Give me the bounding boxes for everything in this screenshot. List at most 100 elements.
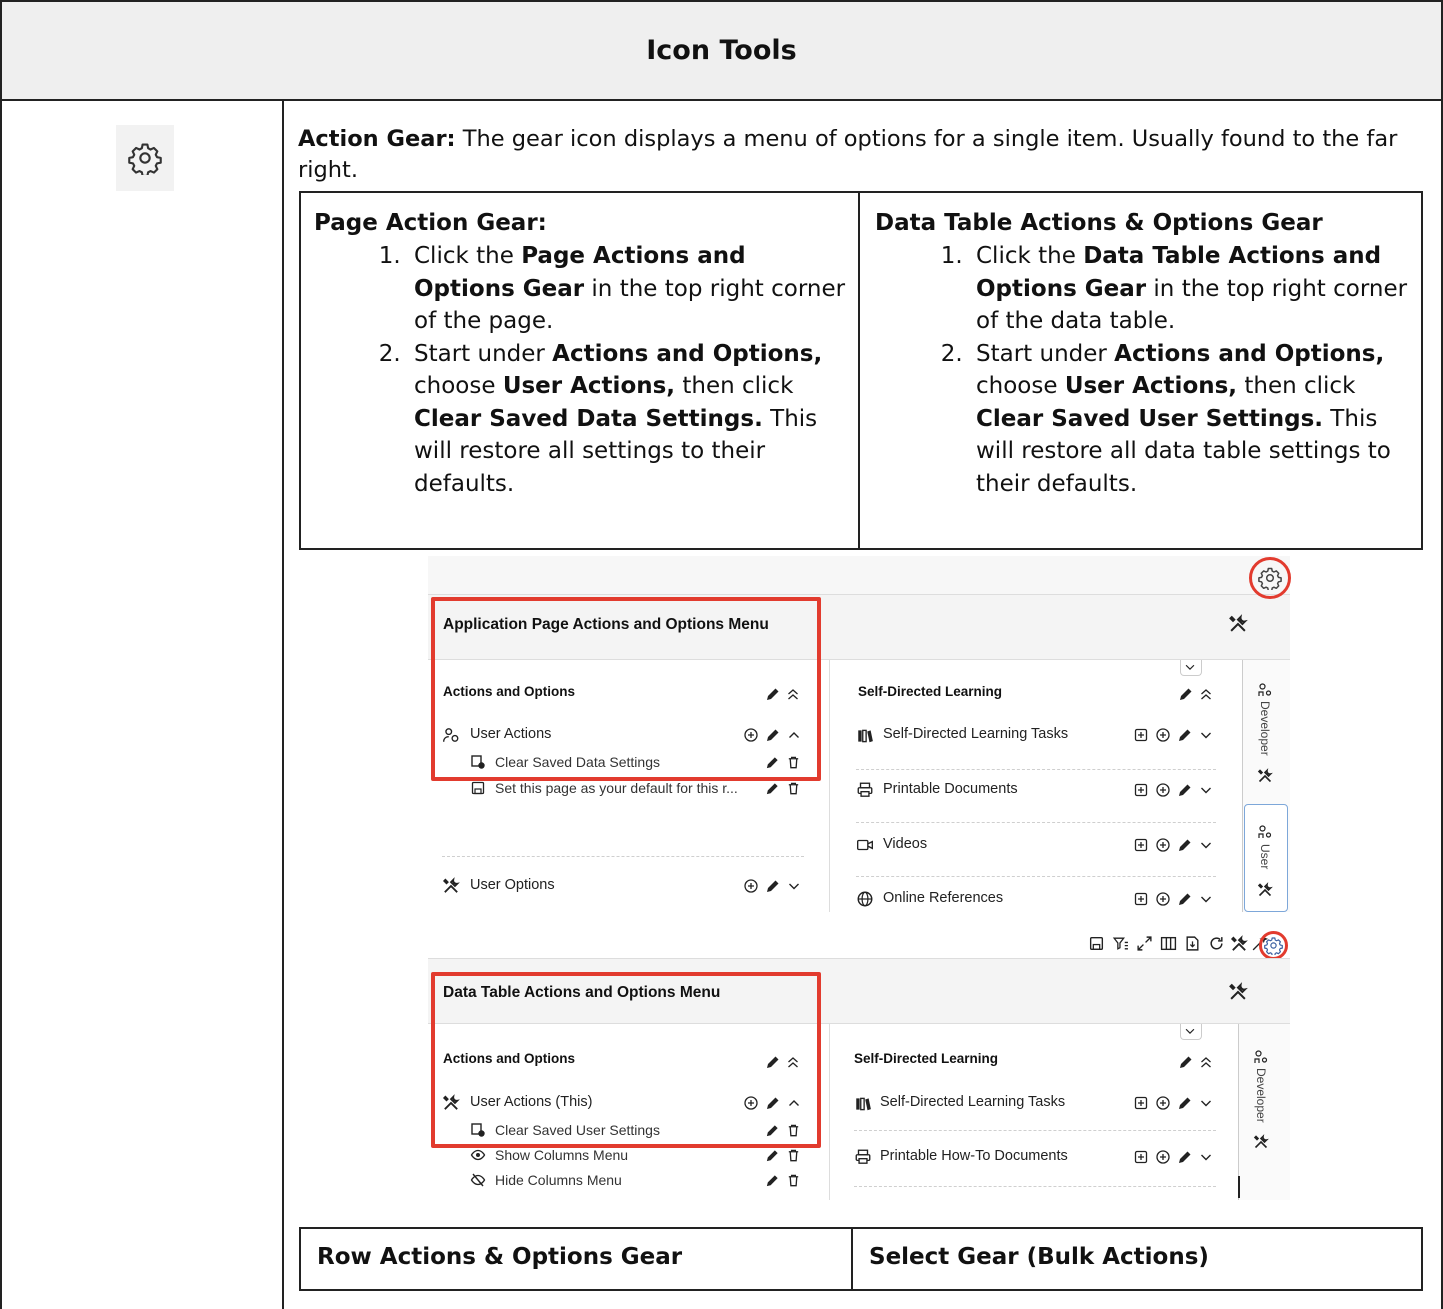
pencil-icon[interactable]: [765, 781, 780, 796]
chevron-down-icon[interactable]: [1198, 1149, 1214, 1165]
divider: [856, 876, 1216, 877]
chevron-down-icon[interactable]: [1198, 891, 1214, 907]
pencil-icon[interactable]: [1177, 1149, 1193, 1165]
add-box-icon[interactable]: [1133, 891, 1149, 907]
pencil-icon[interactable]: [765, 1173, 780, 1188]
add-circle-icon[interactable]: [1155, 1149, 1171, 1165]
chevron-down-icon[interactable]: [1198, 727, 1214, 743]
tools-icon[interactable]: [1257, 882, 1273, 898]
data-table-gear-icon[interactable]: [1264, 936, 1283, 955]
developer-icon: [1253, 1049, 1269, 1065]
pencil-icon[interactable]: [765, 1148, 780, 1163]
gear-icon: [116, 125, 174, 191]
add-circle-icon[interactable]: [1155, 782, 1171, 798]
tools-icon[interactable]: [1230, 935, 1248, 953]
pencil-icon[interactable]: [1177, 891, 1193, 907]
data-table-gear-cell: Data Table Actions & Options Gear Click …: [875, 210, 1415, 500]
pencil-icon[interactable]: [1178, 1054, 1194, 1070]
section-heading: Self-Directed Learning: [858, 684, 1003, 699]
menu-item-set-default[interactable]: Set this page as your default for this r…: [495, 780, 738, 796]
video-icon: [856, 836, 874, 854]
add-box-icon[interactable]: [1133, 837, 1149, 853]
menu-item-user-options[interactable]: User Options: [470, 877, 555, 893]
books-icon: [856, 727, 874, 745]
tools-icon[interactable]: [1228, 614, 1248, 634]
pencil-icon[interactable]: [765, 878, 781, 894]
divider: [854, 1186, 1216, 1187]
export-icon[interactable]: [1184, 935, 1201, 952]
tab-developer[interactable]: Developer: [1254, 1068, 1268, 1123]
chevron-down-icon[interactable]: [786, 878, 802, 894]
pencil-icon[interactable]: [1177, 782, 1193, 798]
chevron-down-icon[interactable]: [1183, 660, 1197, 674]
menu-item-sdl-tasks[interactable]: Self-Directed Learning Tasks: [880, 1094, 1065, 1110]
column-divider: [858, 191, 860, 550]
menu-item-hide-columns[interactable]: Hide Columns Menu: [495, 1172, 622, 1188]
page-action-gear-cell: Page Action Gear: Click the Page Actions…: [314, 210, 849, 500]
list-item: Click the Page Actions and Options Gear …: [408, 240, 849, 338]
data-table-gear-steps: Click the Data Table Actions and Options…: [875, 240, 1415, 500]
menu-item-sdl-tasks[interactable]: Self-Directed Learning Tasks: [883, 726, 1068, 742]
tab-user[interactable]: User: [1258, 844, 1272, 869]
intro-label: Action Gear:: [298, 126, 456, 152]
divider: [854, 1130, 1216, 1131]
data-table-gear-heading: Data Table Actions & Options Gear: [875, 210, 1323, 236]
page-actions-gear-icon[interactable]: [1258, 566, 1282, 590]
section-heading: Self-Directed Learning: [854, 1051, 999, 1066]
printer-icon: [856, 781, 874, 799]
chevron-down-icon[interactable]: [1198, 837, 1214, 853]
list-item: Start under Actions and Options, choose …: [970, 338, 1415, 501]
pencil-icon[interactable]: [1177, 837, 1193, 853]
menu-item-show-columns[interactable]: Show Columns Menu: [495, 1147, 628, 1163]
add-circle-icon[interactable]: [1155, 837, 1171, 853]
pencil-icon[interactable]: [1177, 1095, 1193, 1111]
books-icon: [854, 1095, 872, 1113]
divider: [442, 856, 804, 857]
trash-icon[interactable]: [786, 1148, 801, 1163]
menu-item-videos[interactable]: Videos: [883, 836, 927, 852]
chevron-down-icon[interactable]: [1198, 1095, 1214, 1111]
column-divider: [282, 99, 284, 1309]
tools-icon[interactable]: [1228, 982, 1248, 1002]
tools-icon[interactable]: [1257, 768, 1273, 784]
list-item: Start under Actions and Options, choose …: [408, 338, 849, 501]
trash-icon[interactable]: [786, 781, 801, 796]
highlight-box: [431, 972, 821, 1148]
highlight-box: [431, 597, 821, 781]
add-circle-icon[interactable]: [1155, 891, 1171, 907]
tools-icon[interactable]: [1253, 1134, 1269, 1150]
add-box-icon[interactable]: [1133, 727, 1149, 743]
tools-icon: [442, 877, 460, 895]
add-box-icon[interactable]: [1133, 1149, 1149, 1165]
eye-off-icon: [470, 1172, 486, 1188]
add-circle-icon[interactable]: [1155, 727, 1171, 743]
save-icon[interactable]: [1088, 935, 1105, 952]
tab-developer[interactable]: Developer: [1258, 701, 1272, 756]
pencil-icon[interactable]: [1178, 686, 1194, 702]
menu-item-online-references[interactable]: Online References: [883, 890, 1003, 906]
add-box-icon[interactable]: [1133, 782, 1149, 798]
developer-icon: [1257, 682, 1273, 698]
page-action-gear-heading: Page Action Gear:: [314, 210, 547, 236]
add-box-icon[interactable]: [1133, 1095, 1149, 1111]
trash-icon[interactable]: [786, 1173, 801, 1188]
column-divider: [851, 1227, 853, 1291]
chevron-down-icon[interactable]: [1198, 782, 1214, 798]
user-icon: [1257, 824, 1273, 840]
page-actions-menu-screenshot: Application Page Actions and Options Men…: [428, 556, 1291, 912]
refresh-icon[interactable]: [1208, 935, 1225, 952]
double-chevron-up-icon[interactable]: [1198, 1054, 1214, 1070]
columns-icon[interactable]: [1160, 935, 1177, 952]
data-table-actions-menu-screenshot: Data Table Actions and Options Menu Acti…: [428, 916, 1290, 1200]
divider: [856, 769, 1216, 770]
expand-icon[interactable]: [1136, 935, 1153, 952]
menu-item-printable-how-to[interactable]: Printable How-To Documents: [880, 1148, 1068, 1164]
chevron-down-icon[interactable]: [1183, 1024, 1197, 1038]
double-chevron-up-icon[interactable]: [1198, 686, 1214, 702]
list-item: Click the Data Table Actions and Options…: [970, 240, 1415, 338]
pencil-icon[interactable]: [1177, 727, 1193, 743]
add-circle-icon[interactable]: [743, 878, 759, 894]
menu-item-printable-documents[interactable]: Printable Documents: [883, 781, 1018, 797]
add-circle-icon[interactable]: [1155, 1095, 1171, 1111]
filter-icon[interactable]: [1112, 935, 1129, 952]
